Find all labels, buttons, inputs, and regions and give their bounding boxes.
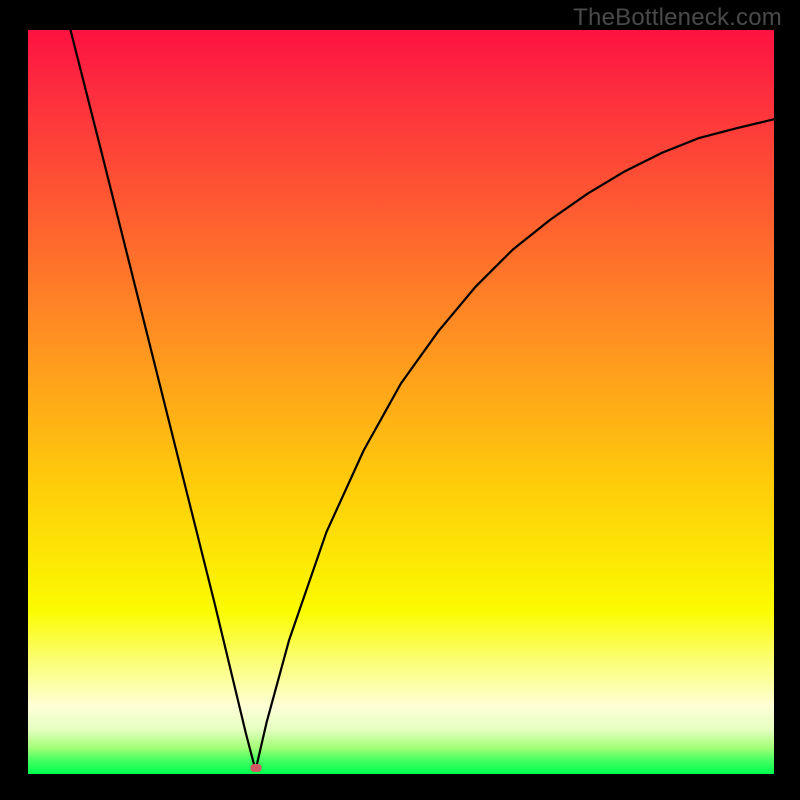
chart-frame: TheBottleneck.com (0, 0, 800, 800)
watermark-text: TheBottleneck.com (573, 4, 782, 32)
plot-area (28, 30, 774, 774)
bottleneck-curve (28, 30, 774, 774)
optimal-point-marker (250, 764, 261, 772)
